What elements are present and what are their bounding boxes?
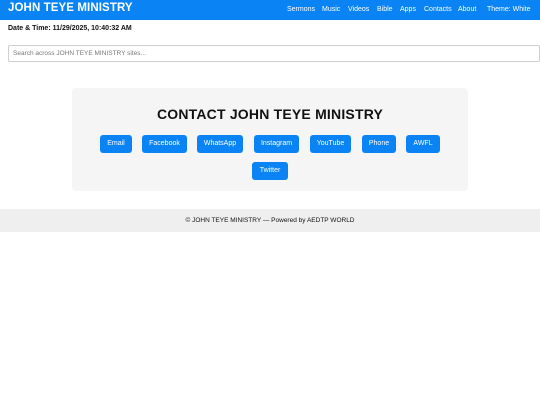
- main-nav: Sermons Music Videos Bible Apps Contacts…: [0, 6, 540, 16]
- nav-link-contacts[interactable]: Contacts: [424, 6, 452, 13]
- whatsapp-button[interactable]: WhatsApp: [197, 135, 243, 153]
- email-button[interactable]: Email: [100, 135, 132, 153]
- nav-link-apps[interactable]: Apps: [400, 6, 416, 13]
- nav-link-videos[interactable]: Videos: [348, 6, 369, 13]
- site-search-input[interactable]: [8, 45, 540, 62]
- phone-button[interactable]: Phone: [362, 135, 396, 153]
- page-footer: © JOHN TEYE MINISTRY — Powered by AEDTP …: [0, 209, 540, 232]
- datetime-display: Date & Time: 11/29/2025, 10:40:32 AM: [8, 25, 132, 32]
- facebook-button[interactable]: Facebook: [142, 135, 187, 153]
- datetime-value: 11/29/2025, 10:40:32 AM: [52, 25, 132, 32]
- youtube-button[interactable]: YouTube: [310, 135, 351, 153]
- instagram-button[interactable]: Instagram: [254, 135, 299, 153]
- theme-toggle[interactable]: Theme: White: [487, 6, 531, 13]
- nav-link-about[interactable]: About: [458, 6, 476, 13]
- top-navbar: JOHN TEYE MINISTRY Sermons Music Videos …: [0, 0, 540, 20]
- awfl-button[interactable]: AWFL: [406, 135, 440, 153]
- nav-link-bible[interactable]: Bible: [377, 6, 393, 13]
- twitter-button[interactable]: Twitter: [252, 162, 288, 180]
- contact-title: CONTACT JOHN TEYE MINISTRY: [156, 106, 384, 122]
- nav-link-music[interactable]: Music: [322, 6, 340, 13]
- contact-card: CONTACT JOHN TEYE MINISTRY Email Faceboo…: [72, 88, 468, 191]
- datetime-label: Date & Time:: [8, 25, 51, 32]
- nav-link-sermons[interactable]: Sermons: [287, 6, 315, 13]
